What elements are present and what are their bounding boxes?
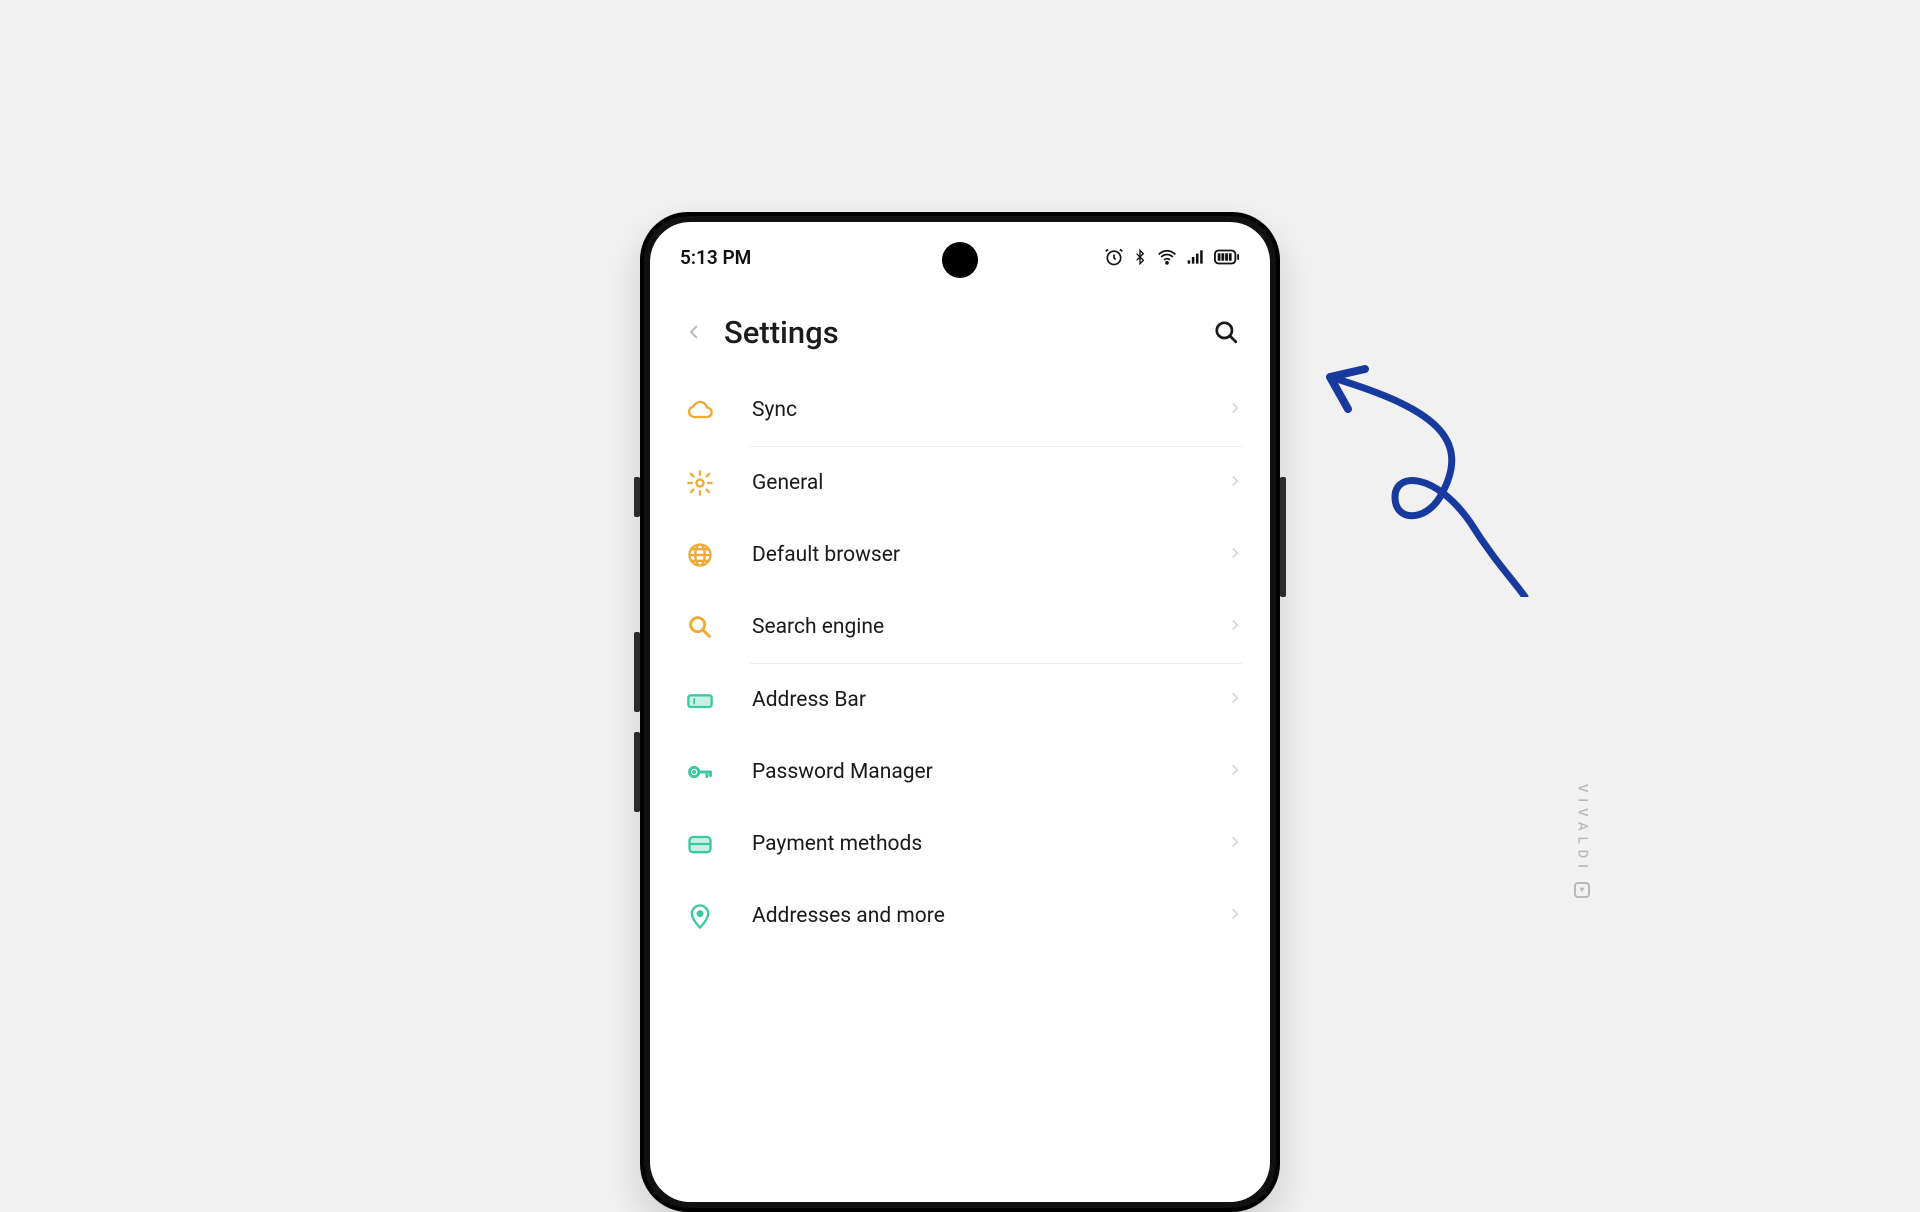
settings-item-sync[interactable]: Sync [650, 374, 1270, 446]
address-bar-icon [686, 686, 726, 714]
battery-icon [1214, 248, 1240, 266]
settings-item-label: Sync [726, 398, 1228, 422]
settings-item-label: Default browser [726, 543, 1228, 567]
page-title: Settings [716, 314, 1204, 351]
chevron-right-icon [1228, 687, 1242, 713]
settings-item-password-manager[interactable]: Password Manager [650, 736, 1270, 808]
settings-item-general[interactable]: General [650, 447, 1270, 519]
pin-icon [686, 902, 726, 930]
wifi-icon [1156, 247, 1178, 267]
settings-item-label: General [726, 471, 1228, 495]
watermark-text: VIVALDI [1575, 784, 1590, 874]
settings-item-addresses-and-more[interactable]: Addresses and more [650, 880, 1270, 952]
alarm-icon [1104, 247, 1124, 267]
chevron-right-icon [1228, 614, 1242, 640]
settings-item-payment-methods[interactable]: Payment methods [650, 808, 1270, 880]
chevron-right-icon [1228, 542, 1242, 568]
gear-icon [686, 469, 726, 497]
card-icon [686, 830, 726, 858]
chevron-right-icon [1228, 397, 1242, 423]
settings-item-address-bar[interactable]: Address Bar [650, 664, 1270, 736]
vivaldi-watermark: VIVALDI [1574, 784, 1590, 898]
settings-item-label: Addresses and more [726, 904, 1228, 928]
magnifier-icon [1213, 319, 1239, 345]
settings-item-label: Payment methods [726, 832, 1228, 856]
annotation-arrow [1310, 347, 1560, 597]
key-icon [686, 758, 726, 786]
settings-list[interactable]: Sync General Default browser Search engine A… [650, 374, 1270, 952]
chevron-right-icon [1228, 470, 1242, 496]
settings-item-label: Search engine [726, 615, 1228, 639]
back-button[interactable] [672, 310, 716, 354]
settings-item-default-browser[interactable]: Default browser [650, 519, 1270, 591]
chevron-left-icon [685, 318, 703, 346]
chevron-right-icon [1228, 759, 1242, 785]
camera-punch-hole [942, 242, 978, 278]
search-icon [686, 613, 726, 641]
phone-mockup: 5:13 PM [640, 212, 1280, 1212]
settings-item-label: Password Manager [726, 760, 1228, 784]
settings-item-label: Address Bar [726, 688, 1228, 712]
chevron-right-icon [1228, 831, 1242, 857]
search-button[interactable] [1204, 310, 1248, 354]
chevron-right-icon [1228, 903, 1242, 929]
bluetooth-icon [1132, 247, 1148, 267]
signal-icon [1186, 248, 1206, 266]
globe-icon [686, 541, 726, 569]
app-header: Settings [650, 274, 1270, 374]
vivaldi-logo-icon [1574, 882, 1590, 898]
status-time: 5:13 PM [680, 246, 751, 269]
settings-item-search-engine[interactable]: Search engine [650, 591, 1270, 663]
cloud-icon [686, 396, 726, 424]
